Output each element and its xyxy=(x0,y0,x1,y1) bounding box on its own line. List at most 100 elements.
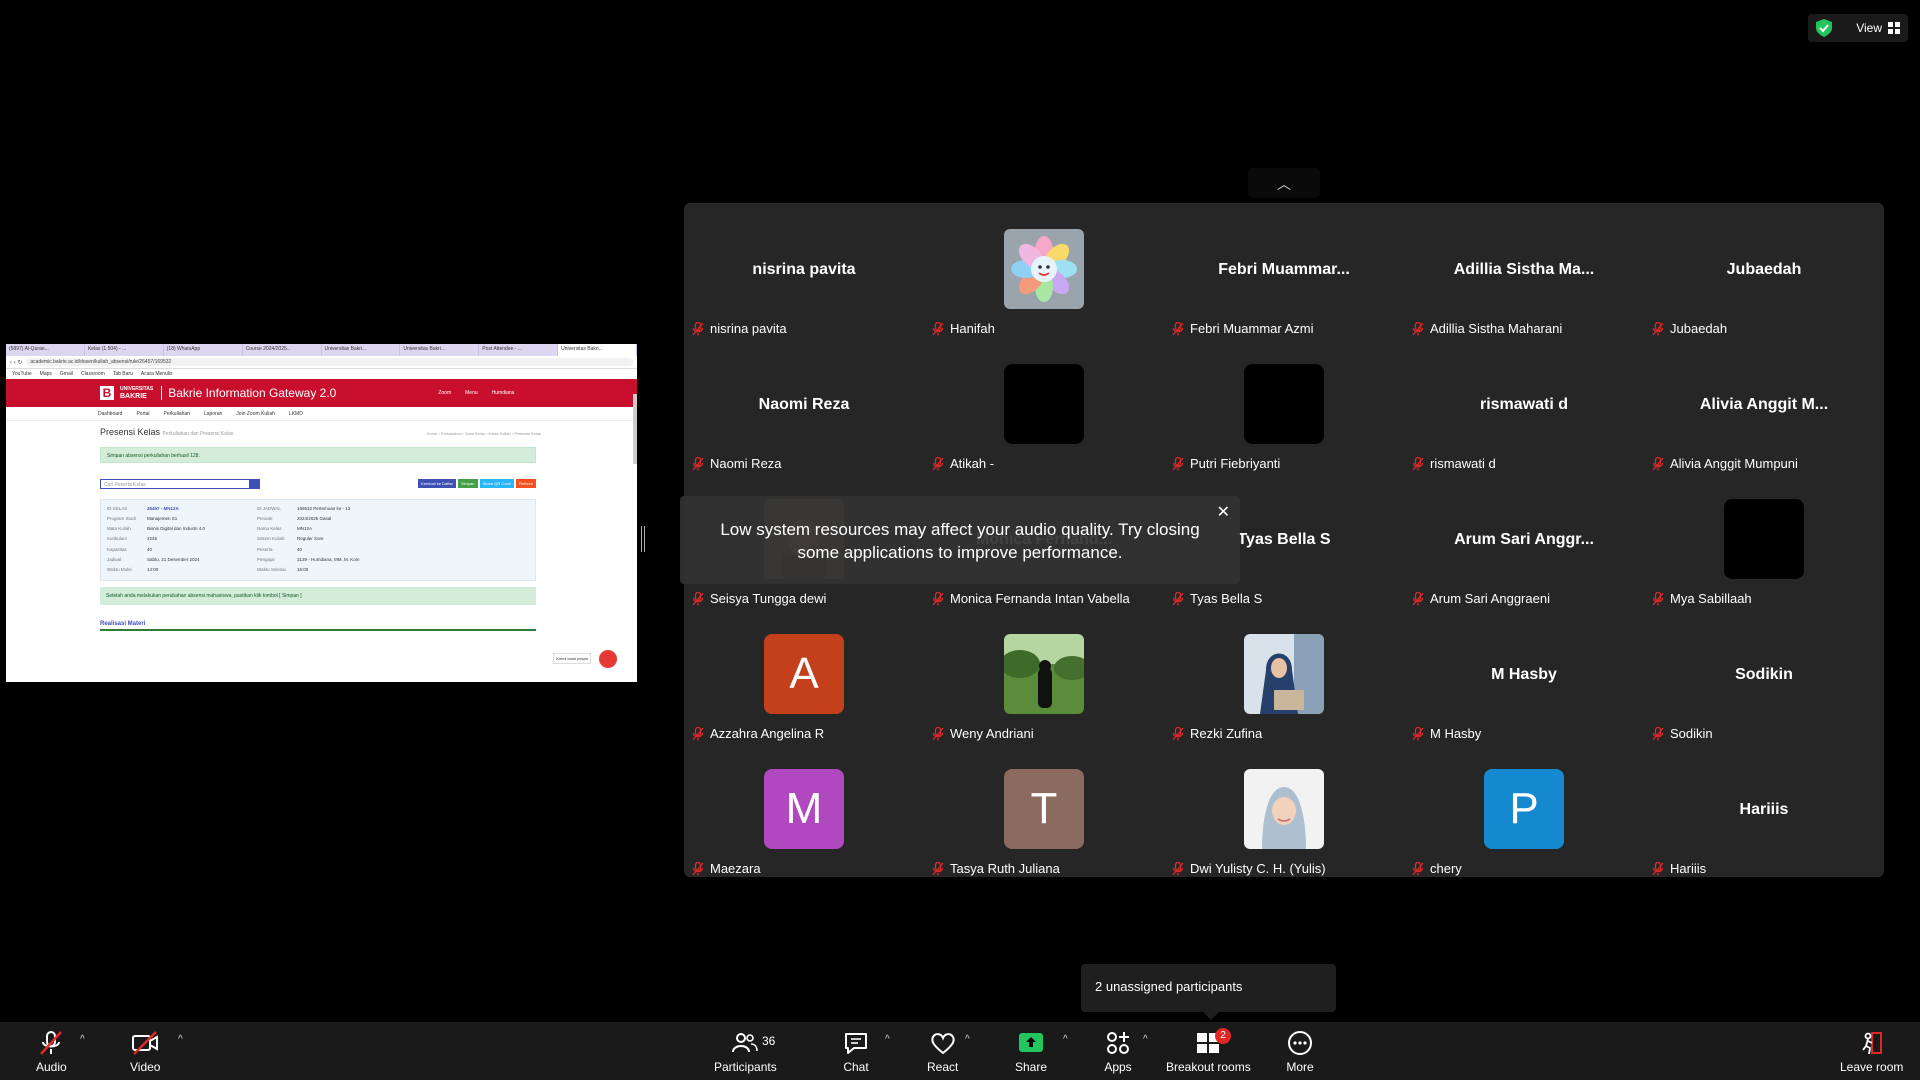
participant-tile[interactable]: Adillia Sistha Ma... Adillia Sistha Mahar… xyxy=(1404,205,1644,340)
audio-button[interactable]: Audio xyxy=(36,1030,67,1074)
participant-tile[interactable]: A Azzahra Angelina R xyxy=(684,610,924,745)
mic-muted-icon xyxy=(1652,321,1664,336)
participant-tile[interactable]: Weny Andriani xyxy=(924,610,1164,745)
participant-tile[interactable]: T Tasya Ruth Juliana xyxy=(924,745,1164,880)
participant-tile[interactable]: Febri Muammar... Febri Muammar Azmi xyxy=(1164,205,1404,340)
bookmark[interactable]: YouTube xyxy=(12,371,32,377)
participant-display-name: Arum Sari Anggr... xyxy=(1454,531,1594,548)
apps-options-caret[interactable]: ^ xyxy=(1143,1034,1148,1045)
participant-name-label: Tasya Ruth Juliana xyxy=(932,861,1060,876)
video-button[interactable]: Video xyxy=(130,1030,160,1074)
bookmark[interactable]: Maps xyxy=(40,371,52,377)
browser-tab[interactable]: Universitas Bakri... xyxy=(400,344,480,356)
participant-name: Hariiis xyxy=(1670,861,1707,876)
mic-muted-icon xyxy=(1172,456,1184,471)
profile-photo xyxy=(1004,634,1084,714)
back-button[interactable]: Kembali ke Daftar xyxy=(418,479,456,488)
participant-tile[interactable]: Naomi Reza Naomi Reza xyxy=(684,340,924,475)
browser-tab[interactable]: Universitas Bakri... xyxy=(322,344,401,356)
participant-tile[interactable]: Hariiis Hariiis xyxy=(1644,745,1884,880)
nav-arrows-icon[interactable]: ‹ › ↻ xyxy=(10,359,22,366)
nav-item[interactable]: Perkuliahan xyxy=(164,411,190,417)
site-menu-item[interactable]: Zoom xyxy=(438,390,451,396)
more-button[interactable]: More xyxy=(1286,1030,1314,1074)
participant-tile[interactable]: M Hasby M Hasby xyxy=(1404,610,1644,745)
share-options-caret[interactable]: ^ xyxy=(1063,1034,1068,1045)
participant-name: nisrina pavita xyxy=(710,321,787,336)
participant-name-label: Sodikin xyxy=(1652,726,1713,741)
mic-muted-icon xyxy=(692,456,704,471)
nav-item[interactable]: Join Zoom Kuliah xyxy=(236,411,275,417)
participant-tile[interactable]: Putri Fiebriyanti xyxy=(1164,340,1404,475)
view-button[interactable]: View xyxy=(1856,21,1900,35)
participant-tile[interactable]: Atikah - xyxy=(924,340,1164,475)
apps-button[interactable]: Apps xyxy=(1104,1030,1132,1074)
bookmark[interactable]: Tab Baru xyxy=(113,371,133,377)
low-resources-toast: Low system resources may affect your aud… xyxy=(680,496,1240,584)
chat-options-caret[interactable]: ^ xyxy=(885,1034,890,1045)
participant-name: Monica Fernanda Intan Vabella xyxy=(950,591,1130,606)
unassigned-participants-tooltip[interactable]: 2 unassigned participants xyxy=(1081,964,1336,1020)
share-qr-button[interactable]: Share QR Code xyxy=(479,479,514,488)
browser-tab[interactable]: Course 2024/2025... xyxy=(243,344,322,356)
refresh-button[interactable]: Refresh xyxy=(515,479,536,488)
close-icon[interactable]: ✕ xyxy=(1217,502,1230,522)
chat-prompt[interactable]: Kirimi kami pesan xyxy=(553,653,591,664)
browser-tab-active[interactable]: Universitas Bakri... xyxy=(558,344,637,356)
meeting-toolbar: Audio ^ Video ^ Participants 36 Chat ^ R… xyxy=(0,1022,1920,1080)
browser-tab[interactable]: (18) WhatsApp xyxy=(164,344,243,356)
nav-item[interactable]: Laporan xyxy=(204,411,222,417)
nav-item[interactable]: Dashboard xyxy=(98,411,122,417)
share-button[interactable]: Share xyxy=(1015,1030,1047,1074)
site-menu-item[interactable]: Menu xyxy=(465,390,478,396)
participant-name-label: Weny Andriani xyxy=(932,726,1034,741)
mic-muted-icon xyxy=(932,726,944,741)
bookmark[interactable]: Classroom xyxy=(81,371,105,377)
site-menu-item[interactable]: Humdiana xyxy=(492,390,515,396)
address-bar[interactable]: academic.bakrie.ac.id/dosen/kuliah_absen… xyxy=(26,358,633,366)
nav-item[interactable]: Portal xyxy=(136,411,149,417)
participant-tile[interactable]: M Maezara xyxy=(684,745,924,880)
audio-options-caret[interactable]: ^ xyxy=(80,1034,85,1045)
shield-check-icon[interactable] xyxy=(1816,19,1832,37)
participant-name-label: Putri Fiebriyanti xyxy=(1172,456,1280,471)
avatar: A xyxy=(764,634,844,714)
participant-tile[interactable]: Jubaedah Jubaedah xyxy=(1644,205,1884,340)
mic-muted-icon xyxy=(692,321,704,336)
participant-tile[interactable]: Arum Sari Anggr... Arum Sari Anggraeni xyxy=(1404,475,1644,610)
participant-tile[interactable]: nisrina pavita nisrina pavita xyxy=(684,205,924,340)
participant-display-name: Hariiis xyxy=(1739,801,1789,818)
participant-tile[interactable]: Dwi Yulisty C. H. (Yulis) xyxy=(1164,745,1404,880)
chat-icon xyxy=(845,1033,867,1054)
search-input[interactable]: Cari Peserta Kelas xyxy=(100,479,260,489)
video-options-caret[interactable]: ^ xyxy=(178,1034,183,1045)
leave-room-button[interactable]: Leave room xyxy=(1840,1030,1903,1074)
chat-button[interactable]: Chat xyxy=(842,1030,870,1074)
bookmark[interactable]: Gmail xyxy=(60,371,73,377)
participant-tile[interactable]: Mya Sabillaah xyxy=(1644,475,1884,610)
chat-widget-icon[interactable] xyxy=(599,650,617,668)
browser-tab[interactable]: (5897) Al-Quran... xyxy=(6,344,85,356)
react-button[interactable]: React xyxy=(927,1030,958,1074)
bookmark[interactable]: Acara Menulis xyxy=(141,371,173,377)
react-options-caret[interactable]: ^ xyxy=(965,1034,970,1045)
participant-tile[interactable]: Pchery xyxy=(1404,745,1644,880)
mic-muted-icon xyxy=(1412,321,1424,336)
participant-name-label: Hanifah xyxy=(932,321,995,336)
scrollbar[interactable] xyxy=(633,394,637,464)
participant-tile[interactable]: Alivia Anggit M... Alivia Anggit Mumpuni xyxy=(1644,340,1884,475)
save-button[interactable]: Simpan xyxy=(457,479,478,488)
breakout-rooms-button[interactable]: Breakout rooms xyxy=(1166,1030,1251,1074)
browser-tab[interactable]: Post Attendee - ... xyxy=(479,344,559,356)
split-handle[interactable] xyxy=(641,526,645,552)
mic-muted-icon xyxy=(692,726,704,741)
browser-tab[interactable]: Kelas (1.504) - ... xyxy=(85,344,164,356)
participant-tile[interactable]: Rezki Zufina xyxy=(1164,610,1404,745)
participant-tile[interactable]: Hanifah xyxy=(924,205,1164,340)
mic-muted-icon xyxy=(932,861,944,876)
apps-icon xyxy=(1107,1032,1129,1054)
collapse-button[interactable]: ︿ xyxy=(1248,168,1320,198)
participant-tile[interactable]: rismawati d rismawati d xyxy=(1404,340,1644,475)
nav-item[interactable]: LKMD xyxy=(289,411,303,417)
participant-tile[interactable]: Sodikin Sodikin xyxy=(1644,610,1884,745)
